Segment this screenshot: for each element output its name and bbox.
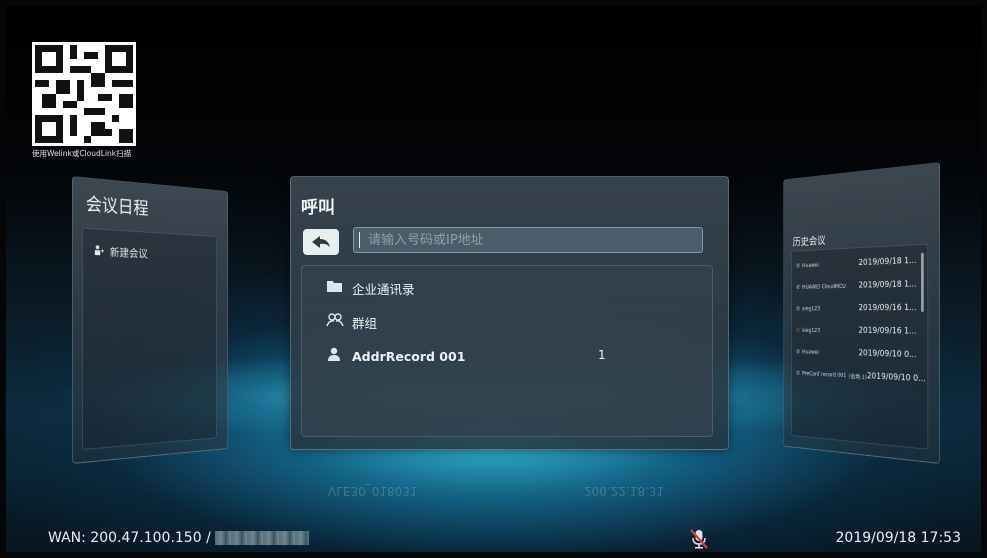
history-row[interactable]: ✆ Huawei 2019/09/18 1... (796, 251, 916, 274)
history-row-date: 2019/09/16 1... (858, 303, 916, 313)
datetime: 2019/09/18 17:53 (836, 530, 962, 546)
new-meeting-item[interactable]: 新建会议 (94, 243, 148, 261)
back-button[interactable] (303, 229, 339, 255)
history-row[interactable]: ✆ PreConf record 001 (会场:1) 2019/09/10 0..… (796, 364, 916, 389)
call-title: 呼叫 (301, 193, 335, 218)
panel-reflection: VLE30_018031 200.22.18.31 (292, 456, 725, 506)
text-caret (359, 232, 360, 248)
history-row-extra: (会场:1) (849, 371, 867, 380)
history-scrollbar[interactable] (921, 253, 924, 312)
history-row[interactable]: ✆ sieg123 2019/09/16 1... (796, 298, 916, 318)
history-row[interactable]: ✆ Huawei 2019/09/10 0... (796, 342, 916, 365)
history-row-date: 2019/09/18 1... (858, 256, 916, 268)
history-row[interactable]: ✆ HUAWEI CloudMCU 2019/09/18 1... (796, 275, 916, 296)
history-title: 历史会议 (793, 232, 826, 248)
schedule-list: 新建会议 (82, 228, 217, 450)
group-icon (326, 313, 342, 331)
history-panel[interactable]: 历史会议 ✆ Huawei 2019/09/18 1... ✆ HUAWEI Clo… (783, 162, 940, 464)
missed-call-icon: ✆ (796, 327, 800, 333)
back-arrow-icon (311, 235, 331, 249)
list-item-label: 企业通讯录 (352, 279, 415, 298)
history-row-name: sieg123 (802, 327, 820, 334)
history-row-date: 2019/09/10 0... (858, 349, 916, 360)
history-row-date: 2019/09/16 1... (858, 326, 916, 336)
history-list: ✆ Huawei 2019/09/18 1... ✆ HUAWEI CloudMCU… (791, 244, 928, 450)
list-item-label: AddrRecord 001 (352, 349, 465, 364)
list-item-addrrecord[interactable]: AddrRecord 001 1 (326, 344, 706, 368)
list-item-label: 群组 (352, 313, 377, 332)
history-row-date: 2019/09/10 0... (867, 372, 926, 385)
person-icon (326, 347, 342, 365)
number-input[interactable] (353, 227, 703, 253)
list-item-count: 1 (598, 348, 606, 362)
conference-icon: ✆ (796, 370, 800, 376)
reflection-text: VLE30_018031 (328, 484, 418, 498)
list-item-directory[interactable]: 企业通讯录 (326, 276, 415, 300)
history-row-name: sieg123 (802, 305, 820, 311)
redacted-ip (215, 531, 309, 545)
qr-code (32, 42, 136, 146)
folder-icon (326, 280, 342, 296)
mic-muted-icon[interactable] (689, 528, 709, 550)
qr-caption: 使用Welink或CloudLink扫描 (32, 148, 136, 159)
call-icon: ✆ (796, 348, 800, 354)
screen: 使用Welink或CloudLink扫描 会议日程 新建会议 历史会议 ✆ Hua… (6, 6, 981, 552)
call-icon: ✆ (796, 305, 800, 311)
wan-status: WAN: 200.47.100.150 / (48, 530, 309, 546)
schedule-title: 会议日程 (86, 190, 149, 220)
history-row-date: 2019/09/18 1... (858, 280, 916, 291)
call-icon: ✆ (796, 262, 800, 268)
history-row-name: PreConf record 001 (802, 370, 846, 379)
qr-block: 使用Welink或CloudLink扫描 (32, 42, 136, 159)
new-meeting-icon (94, 244, 105, 259)
history-row[interactable]: ✆ sieg123 2019/09/16 1... (796, 321, 916, 341)
schedule-panel[interactable]: 会议日程 新建会议 (72, 176, 228, 464)
list-item-groups[interactable]: 群组 (326, 310, 377, 334)
reflection-text: 200.22.18.31 (584, 484, 664, 498)
contact-list: 企业通讯录 群组 AddrRecord 001 1 (301, 265, 713, 437)
history-row-name: HUAWEI CloudMCU (802, 283, 845, 290)
new-meeting-label: 新建会议 (110, 244, 148, 261)
call-icon: ✆ (796, 284, 800, 290)
history-row-name: Huawei (802, 348, 819, 355)
call-panel: 呼叫 企业通讯录 群组 AddrRecor (290, 176, 729, 450)
wan-label: WAN: 200.47.100.150 / (48, 530, 211, 546)
history-row-name: Huawei (802, 262, 819, 269)
